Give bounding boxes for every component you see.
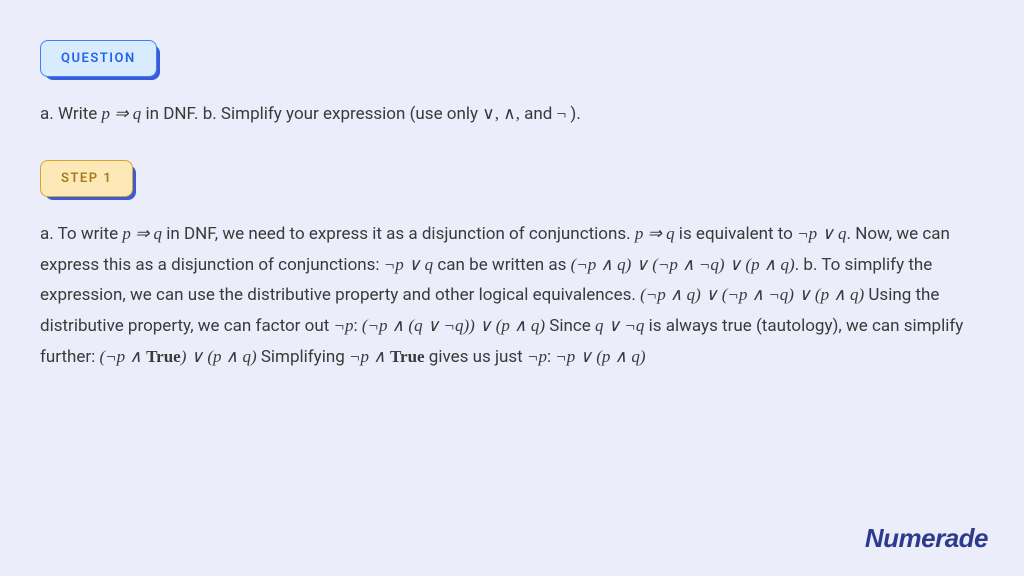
t-e5: (¬p ∧ q) ∨ (¬p ∧ ¬q) ∨ (p ∧ q) [571,255,795,274]
brand-logo: Numerade [865,523,988,554]
question-badge: QUESTION [40,40,157,77]
t-s2: in DNF, we need to express it as a disju… [162,224,635,244]
t-s1: a. To write [40,224,122,244]
q-close: ). [566,104,581,124]
t-s5: can be written as [433,255,570,275]
t-e1: p ⇒ q [122,224,162,243]
t-e13: ¬p ∨ (p ∧ q) [555,347,645,366]
t-e9: q ∨ ¬q [595,316,644,335]
brand-text: Numerade [865,523,988,553]
t-e3: ¬p ∨ q [797,224,846,243]
step1-badge-label: STEP 1 [61,171,112,186]
t-e11-a: ¬p ∧ True [349,347,425,366]
q-and: and [520,104,557,124]
t-s8: : [353,316,361,336]
t-s12: gives us just [425,347,527,367]
q-a-suffix: in DNF. b. Simplify your expression (use… [141,104,482,124]
t-e6: (¬p ∧ q) ∨ (¬p ∧ ¬q) ∨ (p ∧ q) [640,285,864,304]
q-expr-pq: p ⇒ q [102,104,142,123]
question-badge-label: QUESTION [61,51,136,66]
t-s9: Since [545,316,595,336]
t-e2: p ⇒ q [635,224,675,243]
t-e4: ¬p ∨ q [384,255,433,274]
t-e7: ¬p [334,316,354,335]
step1-badge: STEP 1 [40,160,133,197]
step1-text: a. To write p ⇒ q in DNF, we need to exp… [40,219,984,373]
q-ops: ∨, ∧, [482,104,520,123]
t-s3: is equivalent to [675,224,798,244]
t-s11: Simplifying [257,347,349,367]
q-a-prefix: a. Write [40,104,102,124]
t-e10-a: (¬p ∧ True) ∨ (p ∧ q) [100,347,257,366]
question-text: a. Write p ⇒ q in DNF. b. Simplify your … [40,99,984,130]
q-neg: ¬ [557,104,567,123]
t-e8: (¬p ∧ (q ∨ ¬q)) ∨ (p ∧ q) [362,316,545,335]
t-e12: ¬p [527,347,547,366]
